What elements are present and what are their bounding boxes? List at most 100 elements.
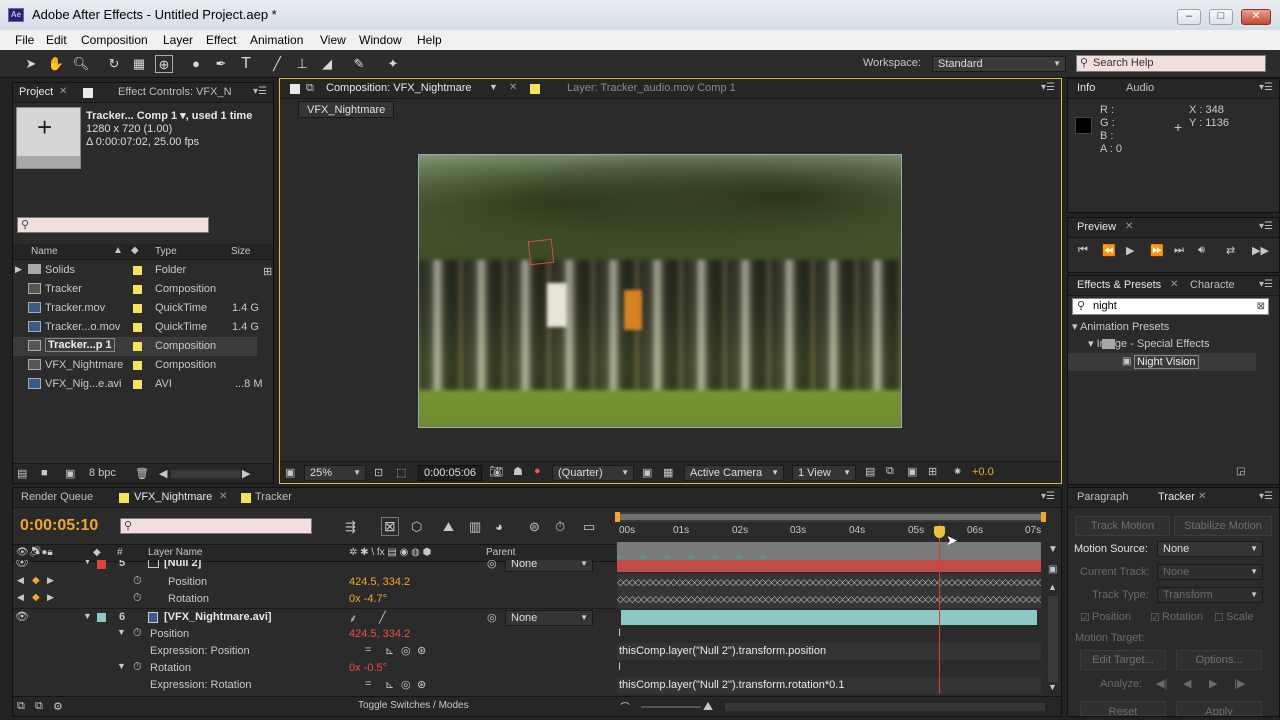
close-icon[interactable]: ✕	[509, 82, 517, 93]
pen-tool-icon[interactable]: ✒	[212, 55, 230, 73]
tab-effects-presets[interactable]: Effects & Presets	[1077, 279, 1161, 291]
stopwatch-icon[interactable]: ⏱	[133, 627, 142, 640]
clear-search-icon[interactable]: ⊠	[1257, 299, 1265, 314]
layer-name[interactable]: [Null 2]	[164, 560, 201, 569]
list-item[interactable]: Tracker...o.mov QuickTime 1.4 G	[13, 318, 259, 337]
toggle-grid-icon[interactable]: ▦	[663, 466, 673, 479]
panel-menu-icon[interactable]: ▾☰	[1259, 491, 1273, 502]
frame-blending-icon[interactable]: ▥	[469, 519, 481, 535]
layer-bar-vfx-nightmare[interactable]	[621, 610, 1037, 625]
roto-brush-tool-icon[interactable]: ✎	[350, 55, 368, 73]
tab-character[interactable]: Characte	[1190, 279, 1235, 291]
pick-whip-icon[interactable]: ◎	[487, 611, 497, 624]
fast-previews-icon[interactable]: ▣	[642, 466, 652, 479]
expand-arrow-icon[interactable]: ▼	[83, 560, 92, 566]
switches-icons[interactable]: ✲ ✱ \ fx ▤ ◉ ◍ ⬢	[349, 547, 431, 558]
menu-help[interactable]: Help	[417, 33, 442, 47]
position-checkbox[interactable]: ☑	[1080, 611, 1090, 624]
keyframes-rotation[interactable]: ◇◇◇◇◇◇◇◇◇◇◇◇◇◇◇◇◇◇◇◇◇◇◇◇◇◇◇◇◇◇◇◇◇◇◇◇◇◇◇◇…	[617, 591, 1041, 608]
close-icon[interactable]: ✕	[1170, 279, 1178, 290]
quality-switch-icon[interactable]: ╱	[379, 611, 386, 624]
property-row-rotation[interactable]: ◀ ◆ ▶ ⏱ Rotation 0x -4.7°	[13, 591, 616, 608]
col-parent[interactable]: Parent	[486, 547, 515, 558]
expression-field-position[interactable]: thisComp.layer("Null 2").transform.posit…	[617, 643, 1041, 660]
prev-keyframe-icon[interactable]: ◀	[17, 575, 24, 586]
list-item[interactable]: Tracker Composition	[13, 280, 257, 299]
menu-edit[interactable]: Edit	[46, 33, 67, 47]
comp-subtab[interactable]: VFX_Nightmare	[298, 101, 395, 118]
layer-bar-null2[interactable]	[617, 560, 1041, 572]
menu-view[interactable]: View	[320, 33, 346, 47]
menu-file[interactable]: File	[15, 33, 34, 47]
menu-layer[interactable]: Layer	[163, 33, 193, 47]
audio-icon[interactable]: 🔊︎	[1198, 244, 1205, 257]
label-swatch[interactable]	[133, 323, 142, 332]
close-icon[interactable]: ✕	[59, 86, 67, 97]
tab-paragraph[interactable]: Paragraph	[1077, 491, 1128, 503]
tab-tracker[interactable]: Tracker	[255, 491, 292, 503]
interpret-footage-icon[interactable]: ▤	[17, 467, 27, 480]
timeline-icon[interactable]: ▣	[907, 465, 917, 478]
comp-viewer-frame[interactable]	[418, 154, 902, 428]
reset-exposure-icon[interactable]: ✷	[953, 465, 962, 478]
expression-row-rotation[interactable]: Expression: Rotation = ⊾ ◎ ⊛	[13, 677, 616, 694]
col-layer-name[interactable]: Layer Name	[148, 547, 202, 558]
viewer-timecode[interactable]: 0:00:05:06	[418, 465, 482, 481]
tab-render-queue[interactable]: Render Queue	[21, 491, 93, 503]
trash-icon[interactable]: 🗑︎	[135, 467, 149, 480]
draft-3d-icon[interactable]: ⬡	[411, 519, 422, 535]
always-preview-icon[interactable]: ▣	[285, 466, 295, 479]
analyze-forward-frame-icon[interactable]: |▶	[1234, 677, 1245, 690]
new-preset-icon[interactable]: ◲	[1236, 466, 1245, 477]
shy-switch-icon[interactable]: ⸙	[349, 611, 357, 626]
toggle-pixel-aspect-icon[interactable]: ▤	[865, 465, 875, 478]
tab-vfx-nightmare[interactable]: VFX_Nightmare	[134, 491, 212, 503]
current-time-indicator[interactable]	[939, 524, 940, 694]
eraser-tool-icon[interactable]: ◢	[318, 55, 336, 73]
expression-text[interactable]: thisComp.layer("Null 2").transform.rotat…	[619, 679, 844, 691]
timeline-hscroll[interactable]	[725, 703, 1045, 711]
scale-checkbox[interactable]: ☐	[1214, 611, 1224, 624]
color-channels-icon[interactable]: ●	[534, 465, 541, 477]
tracker-box[interactable]	[527, 238, 555, 266]
timeline-search-input[interactable]: ⚲	[120, 518, 312, 534]
close-icon[interactable]: ✕	[1125, 221, 1133, 232]
reset-button[interactable]: Reset	[1080, 701, 1166, 716]
list-item-selected[interactable]: Tracker...p 1 Composition	[13, 337, 257, 356]
track-motion-button[interactable]: Track Motion	[1075, 516, 1170, 536]
label-swatch[interactable]	[133, 342, 142, 351]
tab-audio[interactable]: Audio	[1126, 82, 1154, 94]
show-snapshot-icon[interactable]: ☗	[513, 465, 523, 478]
motion-blur-icon[interactable]: ◕	[495, 519, 503, 534]
expression-text[interactable]: thisComp.layer("Null 2").transform.posit…	[619, 645, 826, 657]
nav-start-handle[interactable]	[615, 512, 620, 522]
rotate-tool-icon[interactable]: ↻	[105, 55, 123, 73]
play-icon[interactable]: ▶	[1126, 244, 1134, 257]
list-item[interactable]: ▶ Solids Folder	[13, 261, 257, 280]
previous-frame-icon[interactable]: ⏪	[1102, 244, 1116, 257]
menu-window[interactable]: Window	[359, 33, 402, 47]
av-features-icon[interactable]: 👁︎🔊︎●🔒︎	[16, 547, 53, 558]
label-swatch[interactable]	[97, 613, 106, 622]
label-swatch[interactable]	[133, 361, 142, 370]
time-ruler[interactable]: 00s 01s 02s 03s 04s 05s 06s 07s	[617, 522, 1045, 542]
menu-composition[interactable]: Composition	[81, 33, 148, 47]
options-button[interactable]: Options...	[1176, 650, 1262, 670]
next-keyframe-icon[interactable]: ▶	[47, 592, 54, 603]
expand-arrow-icon[interactable]: ▶	[15, 264, 22, 275]
eye-icon[interactable]: 👁︎	[15, 560, 29, 569]
tab-project[interactable]: Project	[19, 86, 53, 98]
motion-source-dropdown[interactable]: None ▼	[1157, 541, 1263, 557]
property-value[interactable]: 424.5, 334.2	[349, 576, 410, 588]
apply-button[interactable]: Apply	[1176, 701, 1262, 716]
layer-row-null2[interactable]: 👁︎ ▼ 5 [Null 2] ◎ None ▼	[13, 560, 616, 572]
zoom-in-icon[interactable]: ⛰	[703, 699, 713, 714]
puppet-pin-tool-icon[interactable]: ✦	[384, 55, 402, 73]
property-value[interactable]: 0x -4.7°	[349, 593, 387, 605]
expand-transfer-icon[interactable]: ⧉	[35, 700, 43, 713]
panel-menu-icon[interactable]: ▾☰	[1259, 82, 1273, 93]
label-swatch[interactable]	[133, 285, 142, 294]
tab-composition[interactable]: Composition: VFX_Nightmare	[326, 82, 472, 94]
layer-name[interactable]: [VFX_Nightmare.avi]	[164, 611, 272, 623]
timeline-vscroll[interactable]: ▼ ▣ ▲ ▼	[1045, 542, 1061, 694]
